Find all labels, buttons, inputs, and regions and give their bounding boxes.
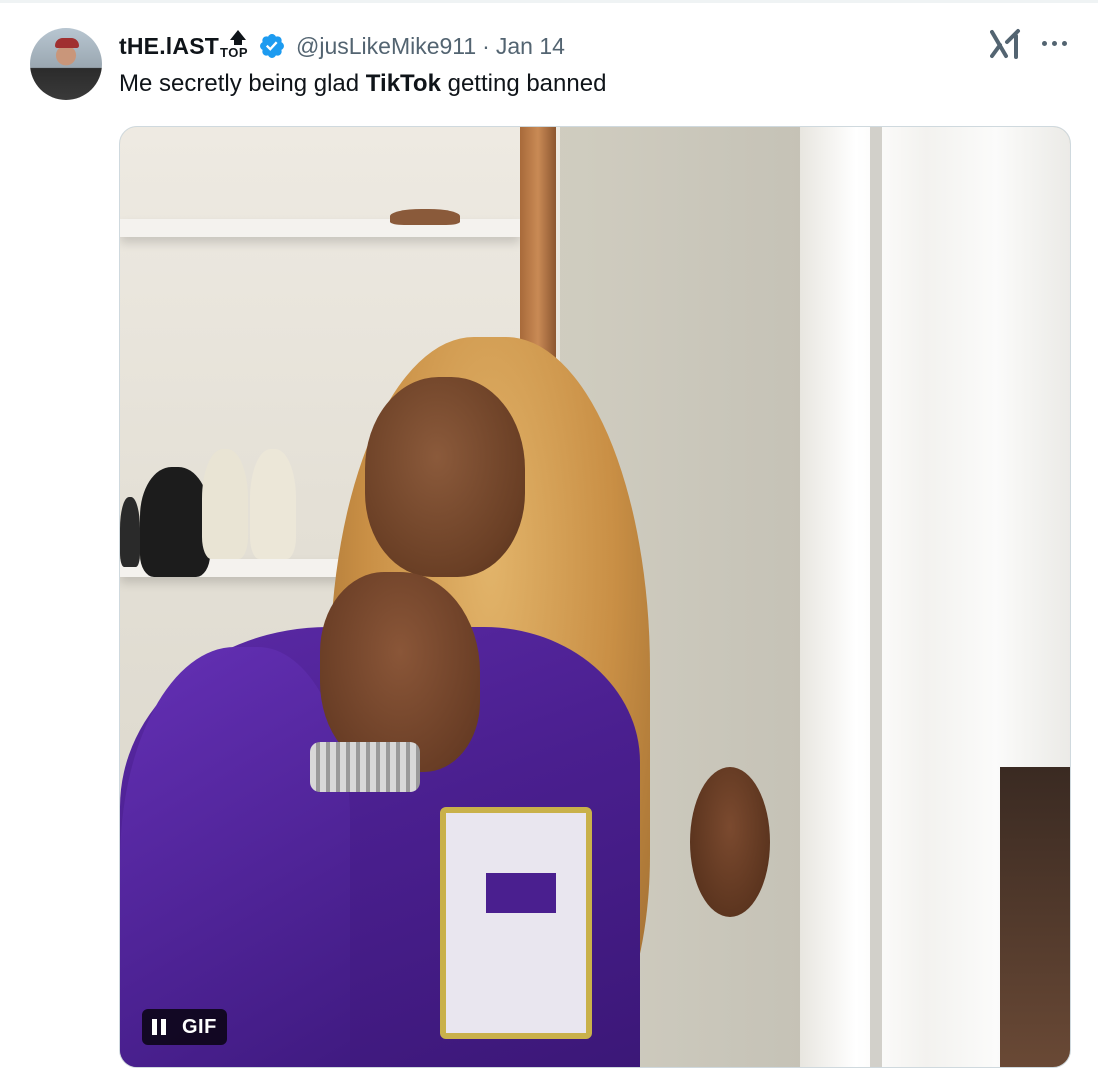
- gif-label: GIF: [182, 1015, 217, 1038]
- top-badge-label: TOP: [220, 45, 248, 60]
- grok-icon[interactable]: [990, 28, 1024, 60]
- tweet-text-part-3: getting banned: [440, 70, 607, 97]
- tweet-text-part-1: Me secretly being glad: [119, 70, 366, 97]
- gif-frame-image: [120, 127, 1070, 1067]
- header-separator: ·: [482, 32, 490, 59]
- author-display-name[interactable]: tHE.lAST: [119, 33, 219, 60]
- tweet-header: tHE.lAST TOP @jusLikeMike911 · Jan 14: [119, 30, 565, 62]
- avatar-cap-detail: [55, 38, 79, 48]
- author-avatar[interactable]: [30, 28, 102, 100]
- more-options-icon[interactable]: [1040, 34, 1070, 54]
- gif-badge[interactable]: GIF: [142, 1009, 227, 1045]
- tweet-gif-media[interactable]: GIF: [119, 126, 1071, 1068]
- top-badge-icon: TOP: [220, 30, 258, 62]
- author-handle[interactable]: @jusLikeMike911: [296, 33, 476, 60]
- pause-icon[interactable]: [150, 1018, 168, 1036]
- top-divider: [0, 0, 1098, 3]
- tweet-text: Me secretly being glad TikTok getting ba…: [119, 70, 606, 98]
- tweet-text-bold-tiktok: TikTok: [365, 70, 441, 97]
- tweet-date[interactable]: Jan 14: [496, 33, 565, 60]
- verified-badge-icon: [260, 34, 284, 58]
